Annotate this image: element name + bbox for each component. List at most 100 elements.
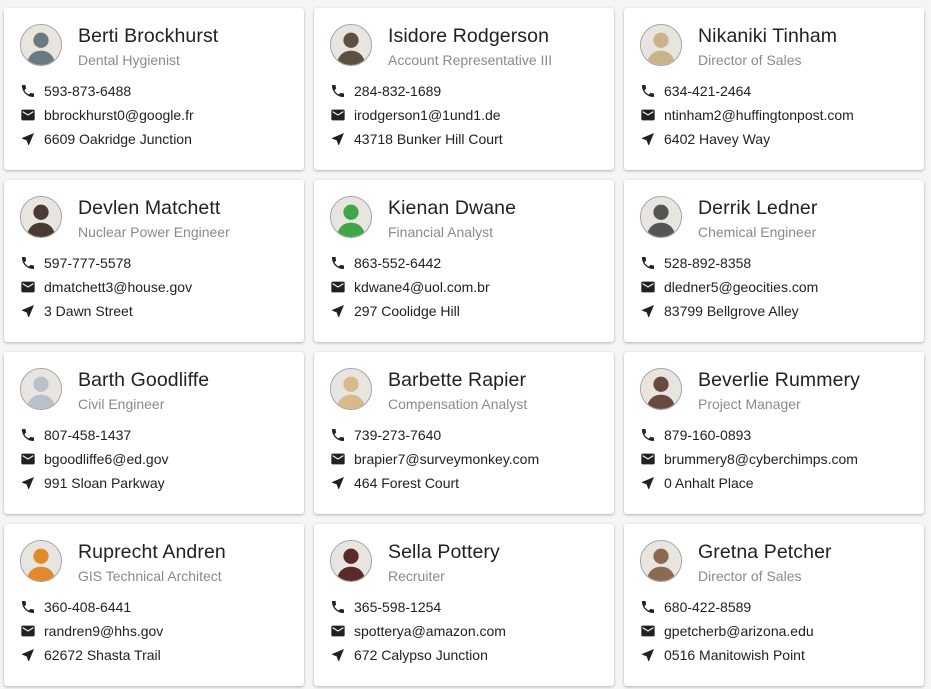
contact-card[interactable]: Beverlie Rummery Project Manager 879-160… bbox=[624, 352, 924, 514]
contact-title: Civil Engineer bbox=[78, 396, 165, 412]
contact-title: Nuclear Power Engineer bbox=[78, 224, 230, 240]
street-address: 297 Coolidge Hill bbox=[354, 303, 460, 319]
contact-card[interactable]: Ruprecht Andren GIS Technical Architect … bbox=[4, 524, 304, 686]
contact-card[interactable]: Devlen Matchett Nuclear Power Engineer 5… bbox=[4, 180, 304, 342]
contact-card[interactable]: Isidore Rodgerson Account Representative… bbox=[314, 8, 614, 170]
contact-card[interactable]: Berti Brockhurst Dental Hygienist 593-87… bbox=[4, 8, 304, 170]
email-icon bbox=[330, 623, 346, 639]
email-icon bbox=[330, 107, 346, 123]
address-row[interactable]: 62672 Shasta Trail bbox=[20, 645, 161, 665]
phone-icon bbox=[20, 83, 36, 99]
email-row[interactable]: dledner5@geocities.com bbox=[640, 277, 818, 297]
email-address: dledner5@geocities.com bbox=[664, 279, 819, 295]
phone-number: 807-458-1437 bbox=[44, 427, 132, 443]
contact-name: Berti Brockhurst bbox=[78, 25, 219, 47]
navigation-arrow-icon bbox=[330, 303, 346, 319]
contact-title: Project Manager bbox=[698, 396, 801, 412]
address-row[interactable]: 0516 Manitowish Point bbox=[640, 645, 805, 665]
avatar[interactable] bbox=[330, 24, 372, 66]
phone-number: 284-832-1689 bbox=[354, 83, 442, 99]
phone-row[interactable]: 284-832-1689 bbox=[330, 81, 441, 101]
phone-number: 634-421-2464 bbox=[664, 83, 752, 99]
address-row[interactable]: 991 Sloan Parkway bbox=[20, 473, 165, 493]
address-row[interactable]: 6402 Havey Way bbox=[640, 129, 770, 149]
phone-number: 360-408-6441 bbox=[44, 599, 132, 615]
contact-card[interactable]: Derrik Ledner Chemical Engineer 528-892-… bbox=[624, 180, 924, 342]
avatar[interactable] bbox=[330, 196, 372, 238]
contact-card[interactable]: Gretna Petcher Director of Sales 680-422… bbox=[624, 524, 924, 686]
avatar[interactable] bbox=[20, 368, 62, 410]
contact-name: Barth Goodliffe bbox=[78, 369, 210, 391]
phone-row[interactable]: 634-421-2464 bbox=[640, 81, 751, 101]
email-row[interactable]: gpetcherb@arizona.edu bbox=[640, 621, 814, 641]
navigation-arrow-icon bbox=[20, 303, 36, 319]
navigation-arrow-icon bbox=[640, 131, 656, 147]
email-row[interactable]: randren9@hhs.gov bbox=[20, 621, 163, 641]
address-row[interactable]: 297 Coolidge Hill bbox=[330, 301, 460, 321]
phone-number: 879-160-0893 bbox=[664, 427, 752, 443]
phone-icon bbox=[640, 427, 656, 443]
avatar[interactable] bbox=[20, 196, 62, 238]
street-address: 0 Anhalt Place bbox=[664, 475, 754, 491]
email-row[interactable]: ntinham2@huffingtonpost.com bbox=[640, 105, 854, 125]
contact-card[interactable]: Barth Goodliffe Civil Engineer 807-458-1… bbox=[4, 352, 304, 514]
email-row[interactable]: spotterya@amazon.com bbox=[330, 621, 506, 641]
contact-title: Financial Analyst bbox=[388, 224, 494, 240]
contact-grid: Berti Brockhurst Dental Hygienist 593-87… bbox=[4, 8, 924, 686]
email-icon bbox=[640, 107, 656, 123]
email-row[interactable]: brummery8@cyberchimps.com bbox=[640, 449, 858, 469]
avatar[interactable] bbox=[330, 368, 372, 410]
phone-row[interactable]: 680-422-8589 bbox=[640, 597, 751, 617]
address-row[interactable]: 43718 Bunker Hill Court bbox=[330, 129, 503, 149]
phone-row[interactable]: 365-598-1254 bbox=[330, 597, 441, 617]
phone-row[interactable]: 528-892-8358 bbox=[640, 253, 751, 273]
address-row[interactable]: 672 Calypso Junction bbox=[330, 645, 488, 665]
address-row[interactable]: 464 Forest Court bbox=[330, 473, 459, 493]
phone-row[interactable]: 597-777-5578 bbox=[20, 253, 131, 273]
avatar[interactable] bbox=[330, 540, 372, 582]
avatar[interactable] bbox=[20, 540, 62, 582]
avatar[interactable] bbox=[20, 24, 62, 66]
contact-title: Recruiter bbox=[388, 568, 445, 584]
street-address: 43718 Bunker Hill Court bbox=[354, 131, 503, 147]
email-row[interactable]: brapier7@surveymonkey.com bbox=[330, 449, 539, 469]
email-row[interactable]: irodgerson1@1und1.de bbox=[330, 105, 501, 125]
contact-name: Kienan Dwane bbox=[388, 197, 517, 219]
street-address: 3 Dawn Street bbox=[44, 303, 133, 319]
phone-row[interactable]: 593-873-6488 bbox=[20, 81, 131, 101]
address-row[interactable]: 0 Anhalt Place bbox=[640, 473, 754, 493]
email-row[interactable]: dmatchett3@house.gov bbox=[20, 277, 192, 297]
address-row[interactable]: 83799 Bellgrove Alley bbox=[640, 301, 799, 321]
avatar[interactable] bbox=[640, 196, 682, 238]
email-row[interactable]: bbrockhurst0@google.fr bbox=[20, 105, 194, 125]
phone-icon bbox=[20, 599, 36, 615]
phone-row[interactable]: 360-408-6441 bbox=[20, 597, 131, 617]
contact-name: Gretna Petcher bbox=[698, 541, 832, 563]
street-address: 672 Calypso Junction bbox=[354, 647, 488, 663]
navigation-arrow-icon bbox=[20, 131, 36, 147]
email-icon bbox=[20, 451, 36, 467]
phone-row[interactable]: 807-458-1437 bbox=[20, 425, 131, 445]
contact-card[interactable]: Nikaniki Tinham Director of Sales 634-42… bbox=[624, 8, 924, 170]
email-icon bbox=[20, 107, 36, 123]
phone-number: 739-273-7640 bbox=[354, 427, 442, 443]
contact-name: Barbette Rapier bbox=[388, 369, 527, 391]
phone-row[interactable]: 879-160-0893 bbox=[640, 425, 751, 445]
avatar[interactable] bbox=[640, 368, 682, 410]
contact-title: Dental Hygienist bbox=[78, 52, 180, 68]
email-row[interactable]: kdwane4@uol.com.br bbox=[330, 277, 490, 297]
phone-row[interactable]: 863-552-6442 bbox=[330, 253, 441, 273]
address-row[interactable]: 6609 Oakridge Junction bbox=[20, 129, 192, 149]
avatar[interactable] bbox=[640, 24, 682, 66]
phone-icon bbox=[330, 255, 346, 271]
street-address: 62672 Shasta Trail bbox=[44, 647, 161, 663]
phone-row[interactable]: 739-273-7640 bbox=[330, 425, 441, 445]
contact-card[interactable]: Barbette Rapier Compensation Analyst 739… bbox=[314, 352, 614, 514]
contact-card[interactable]: Sella Pottery Recruiter 365-598-1254 spo… bbox=[314, 524, 614, 686]
address-row[interactable]: 3 Dawn Street bbox=[20, 301, 133, 321]
street-address: 6609 Oakridge Junction bbox=[44, 131, 192, 147]
contact-name: Devlen Matchett bbox=[78, 197, 221, 219]
avatar[interactable] bbox=[640, 540, 682, 582]
email-row[interactable]: bgoodliffe6@ed.gov bbox=[20, 449, 169, 469]
contact-card[interactable]: Kienan Dwane Financial Analyst 863-552-6… bbox=[314, 180, 614, 342]
